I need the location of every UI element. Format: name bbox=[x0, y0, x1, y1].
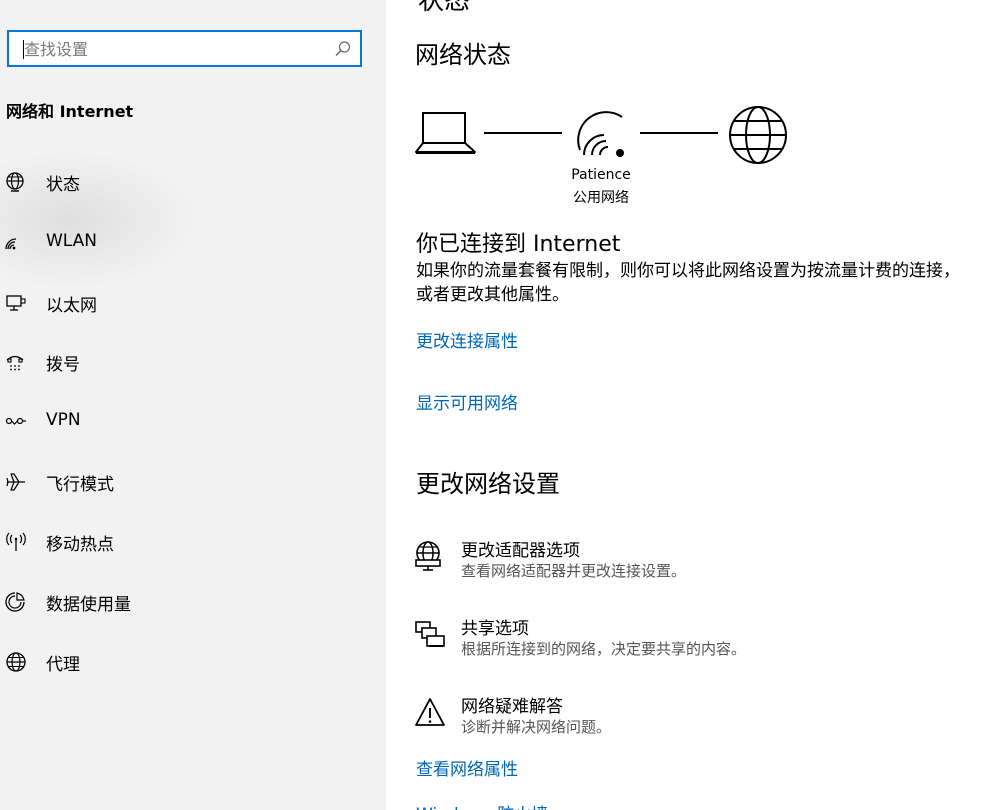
sidebar-item-dialup[interactable]: 拨号 bbox=[0, 337, 386, 385]
dialup-icon bbox=[6, 355, 24, 371]
network-troubleshooter[interactable]: 网络疑难解答 诊断并解决网络问题。 bbox=[414, 692, 974, 744]
search-box[interactable] bbox=[7, 30, 362, 67]
connection-status-title: 你已连接到 Internet bbox=[416, 232, 621, 257]
sidebar-item-label: WLAN bbox=[46, 231, 98, 251]
connection-status-description: 如果你的流量套餐有限制，则你可以将此网络设置为按流量计费的连接，或者更改其他属性… bbox=[416, 261, 960, 305]
option-description: 诊断并解决网络问题。 bbox=[461, 718, 612, 736]
sidebar-item-ethernet[interactable]: 以太网 bbox=[0, 278, 386, 326]
globe-icon bbox=[6, 652, 26, 672]
warning-icon bbox=[415, 698, 445, 726]
option-description: 查看网络适配器并更改连接设置。 bbox=[461, 562, 687, 580]
data-usage-icon bbox=[5, 592, 25, 612]
change-adapter-options[interactable]: 更改适配器选项 查看网络适配器并更改连接设置。 bbox=[414, 536, 974, 588]
sidebar-item-label: VPN bbox=[46, 410, 81, 430]
sidebar-item-label: 拨号 bbox=[46, 355, 80, 375]
sidebar-item-status[interactable]: 状态 bbox=[0, 157, 386, 205]
hotspot-icon bbox=[6, 532, 26, 551]
sidebar-item-mobile-hotspot[interactable]: 移动热点 bbox=[0, 517, 386, 565]
option-title: 共享选项 bbox=[461, 619, 529, 639]
search-input[interactable] bbox=[22, 32, 326, 67]
option-description: 根据所连接到的网络，决定要共享的内容。 bbox=[461, 640, 747, 658]
sharing-icon bbox=[415, 621, 445, 647]
wifi-icon bbox=[577, 111, 624, 157]
network-status-heading: 网络状态 bbox=[415, 41, 511, 69]
ethernet-icon bbox=[6, 295, 26, 311]
text-caret bbox=[23, 40, 24, 59]
sidebar-item-label: 移动热点 bbox=[46, 535, 114, 555]
main-content: 状态 网络状态 Patience 公用网络 你已连接到 Internet 如果你… bbox=[386, 0, 1007, 810]
internet-globe-icon bbox=[729, 106, 787, 164]
windows-firewall-link[interactable]: Windows 防火墙 bbox=[416, 800, 548, 810]
wifi-icon bbox=[5, 238, 17, 250]
vpn-icon bbox=[5, 417, 26, 425]
sidebar-item-proxy[interactable]: 代理 bbox=[0, 637, 386, 685]
airplane-icon bbox=[6, 473, 25, 491]
sidebar-item-label: 状态 bbox=[46, 175, 80, 195]
page-title: 状态 bbox=[418, 0, 471, 16]
change-network-settings-heading: 更改网络设置 bbox=[416, 470, 560, 498]
option-title: 更改适配器选项 bbox=[461, 541, 580, 561]
sidebar-item-wlan[interactable]: WLAN bbox=[0, 218, 386, 266]
section-title: 网络和 Internet bbox=[6, 102, 134, 121]
show-available-networks-link[interactable]: 显示可用网络 bbox=[416, 389, 518, 414]
adapter-icon bbox=[415, 541, 441, 571]
sidebar-item-label: 飞行模式 bbox=[46, 475, 114, 495]
sharing-options[interactable]: 共享选项 根据所连接到的网络，决定要共享的内容。 bbox=[414, 614, 974, 666]
change-connection-properties-link[interactable]: 更改连接属性 bbox=[416, 327, 518, 352]
view-network-properties-link[interactable]: 查看网络属性 bbox=[416, 755, 518, 780]
search-icon[interactable] bbox=[334, 40, 352, 58]
sidebar-item-label: 代理 bbox=[46, 655, 80, 675]
sidebar: 网络和 Internet 状态 WLAN 以太网 bbox=[0, 0, 386, 810]
sidebar-item-data-usage[interactable]: 数据使用量 bbox=[0, 577, 386, 625]
network-name: Patience bbox=[571, 167, 631, 183]
sidebar-item-label: 以太网 bbox=[46, 296, 97, 316]
home-globe-icon bbox=[6, 172, 24, 192]
sidebar-item-vpn[interactable]: VPN bbox=[0, 397, 386, 445]
sidebar-item-label: 数据使用量 bbox=[46, 595, 131, 615]
option-title: 网络疑难解答 bbox=[461, 697, 563, 717]
laptop-icon bbox=[415, 112, 476, 154]
network-type: 公用网络 bbox=[573, 190, 629, 206]
sidebar-item-airplane-mode[interactable]: 飞行模式 bbox=[0, 457, 386, 505]
